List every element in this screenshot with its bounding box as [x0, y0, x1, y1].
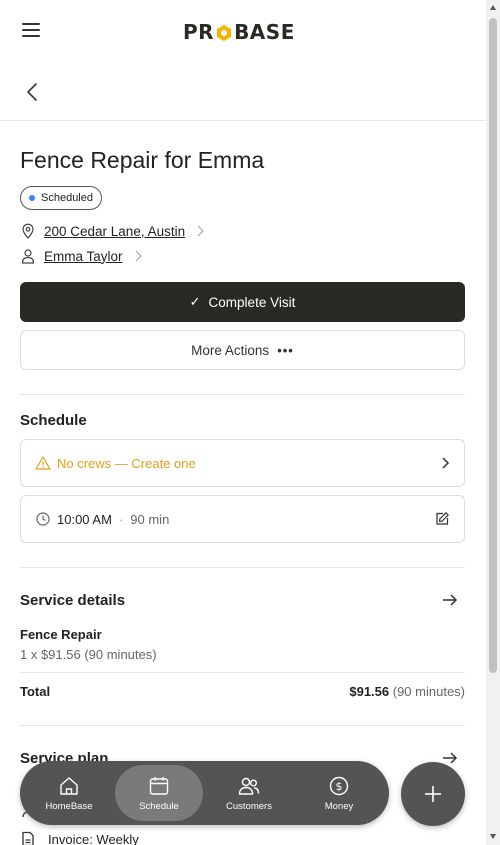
- total-label: Total: [20, 684, 51, 699]
- status-badge: Scheduled: [20, 186, 102, 210]
- status-label: Scheduled: [41, 192, 93, 204]
- divider: [20, 567, 465, 568]
- visit-time-card[interactable]: 10:00 AM · 90 min: [20, 495, 465, 543]
- dollar-icon: $: [329, 776, 349, 795]
- person-icon: [21, 249, 35, 264]
- nav-label: Money: [324, 800, 354, 812]
- arrow-right-icon[interactable]: [441, 591, 459, 609]
- location-pin-icon: [22, 223, 34, 239]
- total-note: (90 minutes): [392, 684, 465, 699]
- page-title: Fence Repair for Emma: [20, 147, 265, 173]
- no-crews-text: No crews — Create one: [57, 455, 196, 471]
- scrollbar[interactable]: [486, 0, 500, 845]
- more-actions-button[interactable]: More Actions •••: [20, 330, 465, 370]
- chevron-right-icon: [197, 225, 204, 237]
- people-icon: [238, 777, 260, 795]
- divider: [20, 725, 465, 726]
- clock-icon: [36, 512, 50, 526]
- nav-homebase[interactable]: HomeBase: [25, 765, 113, 821]
- add-button[interactable]: [401, 762, 465, 826]
- service-name: Fence Repair: [20, 627, 102, 642]
- nav-schedule[interactable]: Schedule: [115, 765, 203, 821]
- nav-label: HomeBase: [45, 800, 93, 812]
- plus-icon: [425, 786, 441, 802]
- menu-icon[interactable]: [22, 23, 42, 39]
- bottom-nav: HomeBase Schedule Customers $ Money: [20, 761, 389, 825]
- nav-label: Schedule: [139, 800, 179, 812]
- no-crews-card[interactable]: No crews — Create one: [20, 439, 465, 487]
- top-bar: PR BASE: [0, 0, 486, 64]
- warning-icon: [35, 456, 51, 470]
- divider: [20, 672, 465, 673]
- nav-customers[interactable]: Customers: [205, 765, 293, 821]
- customer-text: Emma Taylor: [44, 248, 123, 264]
- total-value: $91.56 (90 minutes): [349, 684, 465, 699]
- status-dot: [29, 195, 35, 201]
- scroll-up-icon[interactable]: [489, 4, 497, 12]
- total-amount: $91.56: [349, 684, 390, 699]
- divider: [20, 394, 465, 395]
- invoice-row: Invoice: Weekly: [20, 831, 139, 845]
- logo-text-right: BASE: [234, 20, 295, 44]
- back-chevron-icon[interactable]: [22, 81, 44, 103]
- service-details-heading: Service details: [20, 592, 126, 609]
- chevron-right-icon: [442, 457, 450, 469]
- svg-text:$: $: [336, 780, 343, 793]
- invoice-text: Invoice: Weekly: [48, 831, 139, 845]
- nav-label: Customers: [226, 800, 272, 812]
- logo-text-left: PR: [183, 20, 215, 44]
- back-bar: [0, 64, 486, 121]
- calendar-icon: [149, 776, 169, 795]
- scroll-down-icon[interactable]: [489, 832, 497, 840]
- chevron-right-icon: [135, 250, 142, 262]
- nav-money[interactable]: $ Money: [295, 765, 383, 821]
- more-actions-label: More Actions: [191, 342, 270, 358]
- schedule-heading: Schedule: [20, 412, 87, 429]
- complete-visit-button[interactable]: ✓ Complete Visit: [20, 282, 465, 322]
- visit-duration: 90 min: [130, 511, 170, 527]
- edit-icon[interactable]: [434, 511, 450, 527]
- document-icon: [22, 831, 34, 845]
- home-icon: [60, 776, 78, 795]
- address-link[interactable]: 200 Cedar Lane, Austin: [20, 221, 205, 241]
- logo-hex-icon: [215, 23, 233, 41]
- scroll-thumb[interactable]: [489, 18, 497, 673]
- service-qty: 1 x $91.56 (90 minutes): [20, 647, 157, 662]
- probase-logo[interactable]: PR BASE: [183, 20, 295, 44]
- address-text: 200 Cedar Lane, Austin: [44, 223, 186, 239]
- separator-dot: ·: [118, 511, 124, 527]
- complete-visit-label: Complete Visit: [208, 294, 296, 310]
- visit-time: 10:00 AM: [57, 511, 112, 527]
- customer-link[interactable]: Emma Taylor: [20, 246, 143, 266]
- check-icon: ✓: [189, 294, 201, 309]
- more-dots-icon: •••: [277, 342, 294, 358]
